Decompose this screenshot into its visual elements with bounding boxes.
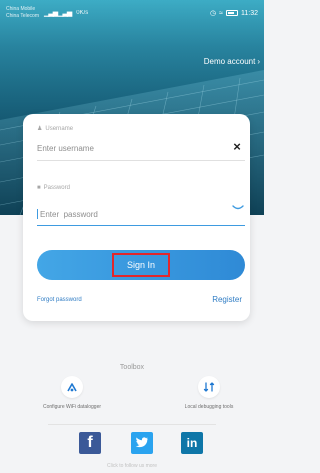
forgot-password-link[interactable]: Forgot password	[37, 297, 82, 303]
divider	[48, 424, 216, 425]
debug-tools-icon	[198, 376, 220, 398]
follow-us-text: Click to follow us more	[106, 463, 157, 469]
linkedin-icon[interactable]: in	[181, 432, 203, 454]
wifi-icon: ≈	[219, 9, 223, 17]
login-screen: China Mobile China Telecom ▁▃▅ ▁▃▅ 0K/s …	[0, 0, 264, 473]
twitter-icon[interactable]	[131, 432, 153, 454]
clear-icon[interactable]: ×	[231, 140, 243, 153]
debug-tools-glyph	[203, 382, 215, 392]
status-right: ◷ ≈ 11:32	[210, 9, 258, 18]
username-label: Username	[45, 125, 74, 132]
tool-local-debugging[interactable]: Local debugging tools	[154, 376, 264, 410]
demo-account-link[interactable]: Demo account ›	[204, 57, 260, 66]
tool-label-wifi: Configure WiFi datalogger	[42, 404, 102, 410]
sign-in-label: Sign In	[111, 253, 171, 277]
sign-in-button[interactable]: Sign In	[37, 250, 245, 280]
user-icon: ♟	[37, 126, 43, 132]
lock-icon: ■	[37, 185, 41, 191]
carrier-info: China Mobile China Telecom	[6, 6, 39, 20]
register-link[interactable]: Register	[212, 295, 242, 304]
wifi-config-glyph	[67, 383, 77, 392]
demo-account-label: Demo account	[203, 57, 256, 66]
username-label-row: ♟ Username	[37, 125, 74, 133]
password-input[interactable]	[37, 204, 245, 224]
username-input[interactable]	[37, 138, 245, 158]
eye-closed-icon[interactable]	[231, 203, 245, 213]
password-underline	[37, 225, 245, 226]
network-speed: 0K/s	[76, 10, 89, 16]
chevron-right-icon: ›	[257, 57, 260, 66]
tool-label-debug: Local debugging tools	[184, 404, 234, 410]
status-bar: China Mobile China Telecom ▁▃▅ ▁▃▅ 0K/s …	[0, 0, 264, 26]
clock: 11:32	[241, 9, 258, 17]
signal-icon: ▁▃▅ ▁▃▅	[43, 10, 72, 17]
wifi-config-icon	[61, 376, 83, 398]
carrier-2: China Telecom	[6, 13, 39, 19]
text-cursor	[37, 209, 38, 219]
facebook-icon[interactable]: f	[79, 432, 101, 454]
carrier-1: China Mobile	[6, 6, 36, 12]
twitter-bird-glyph	[135, 437, 148, 448]
tool-configure-wifi[interactable]: Configure WiFi datalogger	[17, 376, 127, 410]
battery-icon	[226, 10, 238, 16]
password-label: Password	[43, 185, 70, 191]
alarm-icon: ◷	[210, 10, 217, 17]
eye-closed-glyph	[232, 205, 244, 210]
username-underline	[37, 160, 245, 161]
toolbox-title: Toolbox	[119, 364, 145, 371]
password-label-row: ■ Password	[37, 185, 70, 191]
login-card: ♟ Username × ■ Password Sign In Forgot p…	[23, 114, 250, 321]
